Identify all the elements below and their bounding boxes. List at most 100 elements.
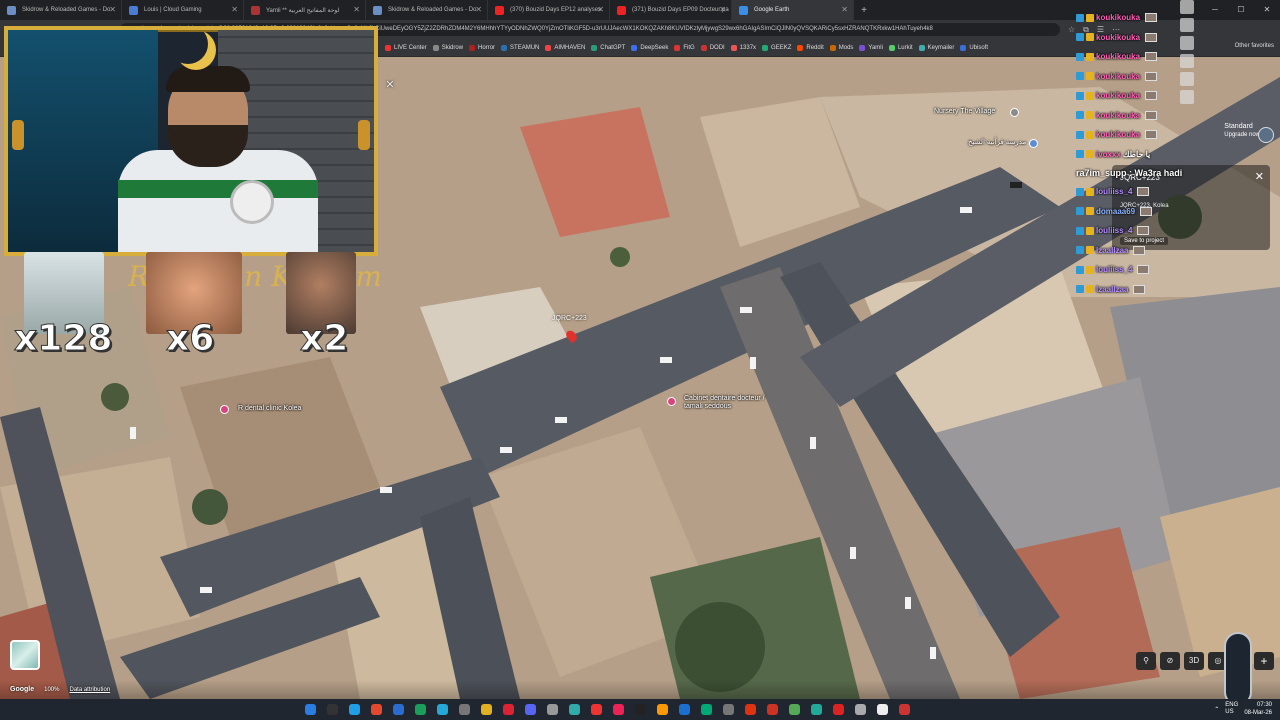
google-logo: Google	[10, 686, 35, 693]
taskbar-app-icon[interactable]	[346, 701, 363, 718]
bookmark-item[interactable]: Yamli	[859, 44, 883, 51]
close-tab-icon[interactable]: ✕	[719, 5, 726, 14]
taskbar-app-icon[interactable]	[302, 701, 319, 718]
taskbar-app-icon[interactable]	[324, 701, 341, 718]
taskbar-app-icon[interactable]	[434, 701, 451, 718]
bookmark-icon	[545, 44, 552, 51]
bookmark-item[interactable]: Horror	[469, 44, 495, 51]
close-tab-icon[interactable]: ✕	[353, 5, 360, 14]
minimize-icon[interactable]: ─	[1202, 0, 1228, 20]
taskbar-app-icon[interactable]	[566, 701, 583, 718]
upgrade-link[interactable]: Upgrade now	[1224, 131, 1260, 139]
taskbar-app-icon[interactable]	[874, 701, 891, 718]
bookmark-item[interactable]: Skidrow	[432, 44, 463, 51]
other-favorites-folder[interactable]: Other favorites	[1235, 43, 1274, 49]
taskbar-app-icon[interactable]	[852, 701, 869, 718]
bookmark-item[interactable]: ChatGPT	[591, 44, 625, 51]
bookmark-item[interactable]: Mods	[829, 44, 853, 51]
app-icon	[525, 704, 536, 715]
taskbar-app-icon[interactable]	[720, 701, 737, 718]
map-label-nursery[interactable]: Nursery The Village	[934, 108, 995, 115]
taskbar-app-icon[interactable]	[632, 701, 649, 718]
chat-username: ra7im_supp	[1076, 168, 1127, 178]
dental-pin-icon[interactable]	[667, 397, 676, 406]
app-icon	[657, 704, 668, 715]
bookmark-item[interactable]: 1337x	[730, 44, 757, 51]
badge-icon	[1086, 285, 1094, 294]
taskbar-app-icon[interactable]	[478, 701, 495, 718]
taskbar-app-icon[interactable]	[368, 701, 385, 718]
taskbar-app-icon[interactable]	[698, 701, 715, 718]
browser-tab[interactable]: (371) Bouzid Days EP09 Docteur pa ✕	[610, 0, 732, 20]
taskbar-app-icon[interactable]	[830, 701, 847, 718]
language-indicator[interactable]: ENG US	[1225, 702, 1238, 716]
bookmark-item[interactable]: LIVE Center	[385, 44, 427, 51]
maximize-icon[interactable]: ☐	[1228, 0, 1254, 20]
taskbar-app-icon[interactable]	[588, 701, 605, 718]
badge-icon	[1086, 226, 1094, 235]
nursery-pin-icon[interactable]	[1010, 108, 1019, 117]
map-label-school[interactable]: مدرسة قرآنية الشيخ	[968, 138, 1026, 146]
taskbar-app-icon[interactable]	[500, 701, 517, 718]
bookmark-item[interactable]: DeepSeek	[631, 44, 668, 51]
map-label-dental-1[interactable]: R dental clinic Kolea	[238, 405, 301, 412]
taskbar-app-icon[interactable]	[786, 701, 803, 718]
browser-tab[interactable]: Skidrow & Reloaded Games - Do ✕	[366, 0, 488, 20]
bookmark-item[interactable]: Reddit	[797, 44, 824, 51]
map-layers-thumbnail[interactable]	[10, 640, 40, 670]
bookmark-item[interactable]: GEEKZ	[762, 44, 791, 51]
close-window-icon[interactable]: ✕	[1254, 0, 1280, 20]
taskbar-app-icon[interactable]	[808, 701, 825, 718]
close-icon[interactable]: ✕	[1255, 170, 1264, 183]
screen: Skidrow & Reloaded Games - Do ✕ Louis | Cl…	[0, 0, 1280, 720]
browser-tab[interactable]: Google Earth ✕	[732, 0, 854, 20]
taskbar-app-icon[interactable]	[456, 701, 473, 718]
school-pin-icon[interactable]	[1029, 139, 1038, 148]
crescent-moon-icon	[168, 30, 208, 64]
street-view-icon[interactable]: ⚲	[1136, 652, 1156, 670]
taskbar-app-icon[interactable]	[896, 701, 913, 718]
bookmark-item[interactable]: AIMHAVEN	[545, 44, 585, 51]
bookmark-label: 1337x	[739, 44, 757, 51]
avatar[interactable]	[1258, 127, 1274, 143]
bookmark-item[interactable]: Keymailer	[918, 44, 954, 51]
bookmark-item[interactable]: STEAMUN	[501, 44, 539, 51]
account-plan[interactable]: Standard Upgrade now	[1224, 123, 1260, 139]
emote-icon	[1145, 52, 1158, 62]
map-label-dental-2[interactable]: Cabinet dentaire docteur / tamali seddou…	[684, 395, 774, 411]
close-tab-icon[interactable]: ✕	[475, 5, 482, 14]
browser-tab[interactable]: Louis | Cloud Gaming ✕	[122, 0, 244, 20]
clock[interactable]: 07:30 08-Mar-26	[1244, 701, 1272, 717]
close-tab-icon[interactable]: ✕	[597, 5, 604, 14]
close-tab-icon[interactable]: ✕	[231, 5, 238, 14]
bookmark-item[interactable]: Lurkit	[888, 44, 913, 51]
taskbar-app-icon[interactable]	[544, 701, 561, 718]
bookmark-item[interactable]: DODI	[700, 44, 725, 51]
taskbar-app-icon[interactable]	[412, 701, 429, 718]
compass-off-icon[interactable]: ⊘	[1160, 652, 1180, 670]
taskbar-app-icon[interactable]	[764, 701, 781, 718]
app-icon	[701, 704, 712, 715]
zoom-in-button[interactable]: +	[1254, 652, 1274, 670]
dental-pin-icon[interactable]	[220, 405, 229, 414]
browser-tab[interactable]: (370) Bouzid Days EP12 analyses ✕	[488, 0, 610, 20]
close-icon[interactable]: ✕	[383, 78, 397, 92]
taskbar-app-icon[interactable]	[390, 701, 407, 718]
taskbar-app-icon[interactable]	[610, 701, 627, 718]
bookmark-item[interactable]: Ubisoft	[960, 44, 988, 51]
close-tab-icon[interactable]: ✕	[841, 5, 848, 14]
taskbar-app-icon[interactable]	[654, 701, 671, 718]
new-tab-button[interactable]: +	[854, 5, 874, 16]
taskbar-app-icon[interactable]	[676, 701, 693, 718]
close-tab-icon[interactable]: ✕	[109, 5, 116, 14]
search-pin-label: JQRC+223	[552, 315, 587, 322]
bookmark-item[interactable]: FitG	[674, 44, 695, 51]
data-attribution-link[interactable]: Data attribution	[69, 687, 110, 693]
star-icon[interactable]: ☆	[1068, 25, 1075, 35]
tray-chevron-icon[interactable]: ⌃	[1214, 706, 1219, 713]
taskbar-app-icon[interactable]	[522, 701, 539, 718]
3d-toggle-button[interactable]: 3D	[1184, 652, 1204, 670]
taskbar-app-icon[interactable]	[742, 701, 759, 718]
browser-tab[interactable]: Yamli ** لوحة المفاتيح العربية ✕	[244, 0, 366, 20]
browser-tab[interactable]: Skidrow & Reloaded Games - Do ✕	[0, 0, 122, 20]
